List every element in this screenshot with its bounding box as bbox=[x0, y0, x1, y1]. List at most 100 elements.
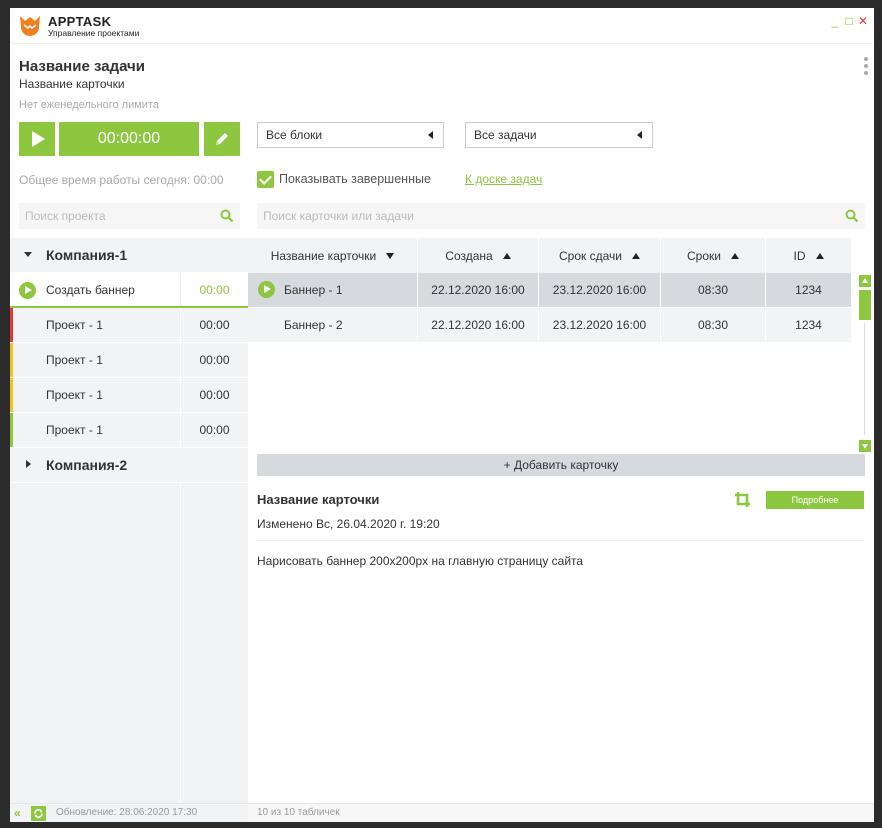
cell-due: 23.12.2020 16:00 bbox=[539, 308, 661, 342]
close-button[interactable]: ✕ bbox=[858, 14, 868, 28]
cell-created: 22.12.2020 16:00 bbox=[418, 308, 539, 342]
sort-down-icon bbox=[386, 252, 395, 259]
cards-table: Название карточки Создана Срок сдачи Сро… bbox=[248, 238, 852, 343]
kebab-icon[interactable] bbox=[864, 57, 868, 78]
show-completed-checkbox[interactable] bbox=[257, 171, 274, 188]
priority-stripe-yellow bbox=[10, 378, 13, 412]
tasks-select-value: Все задачи bbox=[474, 128, 537, 142]
project-tree: Компания-1 Создать баннер 00:00 Проект -… bbox=[10, 238, 248, 483]
today-total-time: Общее время работы сегодня: 00:00 bbox=[19, 173, 224, 187]
project-time: 00:00 bbox=[180, 343, 248, 377]
cell-due: 23.12.2020 16:00 bbox=[539, 273, 661, 307]
weekly-limit: Нет еженедельного лимита bbox=[19, 99, 159, 111]
refresh-icon[interactable] bbox=[31, 806, 46, 821]
cell-term: 08:30 bbox=[661, 273, 766, 307]
col-header-created[interactable]: Создана bbox=[418, 238, 539, 273]
cell-created: 22.12.2020 16:00 bbox=[418, 273, 539, 307]
sort-up-icon bbox=[631, 252, 640, 259]
cell-name: Баннер - 1 bbox=[248, 273, 418, 307]
card-search-input[interactable] bbox=[257, 203, 827, 229]
project-name: Проект - 1 bbox=[46, 388, 103, 402]
caret-left-icon bbox=[428, 131, 433, 139]
sort-up-icon bbox=[815, 252, 824, 259]
detail-modified: Изменено Вс, 26.04.2020 г. 19:20 bbox=[257, 517, 440, 531]
status-bar-left: « Обновление: 28:06:2020 17:30 bbox=[10, 803, 248, 822]
task-board-link[interactable]: К доске задач bbox=[465, 172, 542, 186]
project-time: 00:00 bbox=[180, 308, 248, 342]
project-name: Проект - 1 bbox=[46, 353, 103, 367]
table-scrollbar[interactable] bbox=[858, 275, 872, 452]
play-button[interactable] bbox=[19, 122, 55, 156]
right-panel: Все блоки Все задачи Показывать завершен… bbox=[248, 45, 874, 822]
priority-stripe-green bbox=[10, 413, 13, 447]
more-button[interactable]: Подробнее bbox=[766, 491, 864, 509]
col-header-label: Название карточки bbox=[270, 248, 377, 263]
project-row[interactable]: Проект - 1 00:00 bbox=[10, 413, 248, 448]
play-icon[interactable] bbox=[19, 282, 36, 299]
pencil-icon bbox=[216, 133, 228, 145]
cell-id: 1234 bbox=[766, 308, 852, 342]
project-row[interactable]: Проект - 1 00:00 bbox=[10, 378, 248, 413]
col-header-label: ID bbox=[793, 248, 806, 263]
col-header-label: Срок сдачи bbox=[559, 248, 622, 263]
company-1-group[interactable]: Компания-1 bbox=[10, 238, 248, 273]
chevron-right-icon bbox=[26, 460, 31, 468]
detail-description: Нарисовать баннер 200x200px на главную с… bbox=[257, 554, 584, 568]
scroll-thumb[interactable] bbox=[859, 290, 871, 320]
window-controls: _ □ ✕ bbox=[830, 14, 868, 28]
divider bbox=[257, 540, 865, 541]
blocks-select[interactable]: Все блоки bbox=[257, 122, 444, 148]
app-name: APPTASK bbox=[48, 14, 112, 29]
caret-left-icon bbox=[637, 131, 642, 139]
sort-up-icon bbox=[502, 252, 511, 259]
project-search-input[interactable] bbox=[19, 203, 209, 229]
col-header-id[interactable]: ID bbox=[766, 238, 852, 273]
project-row[interactable]: Проект - 1 00:00 bbox=[10, 308, 248, 343]
blocks-select-value: Все блоки bbox=[266, 128, 323, 142]
company-1-label: Компания-1 bbox=[46, 247, 128, 263]
double-chevron-left-icon[interactable]: « bbox=[14, 807, 27, 820]
detail-card-title: Название карточки bbox=[257, 492, 380, 507]
project-row[interactable]: Проект - 1 00:00 bbox=[10, 343, 248, 378]
project-time: 00:00 bbox=[180, 413, 248, 447]
tasks-select[interactable]: Все задачи bbox=[465, 122, 653, 148]
maximize-button[interactable]: □ bbox=[844, 14, 854, 28]
priority-stripe-yellow bbox=[10, 343, 13, 377]
minimize-button[interactable]: _ bbox=[830, 14, 840, 28]
edit-button[interactable] bbox=[204, 122, 240, 156]
cell-term: 08:30 bbox=[661, 308, 766, 342]
left-panel: Название задачи Название карточки Нет еж… bbox=[10, 45, 248, 822]
card-search bbox=[257, 203, 865, 229]
crop-icon[interactable] bbox=[734, 491, 752, 509]
col-header-term[interactable]: Сроки bbox=[661, 238, 766, 273]
search-icon[interactable] bbox=[220, 209, 234, 223]
project-name: Проект - 1 bbox=[46, 423, 103, 437]
sort-up-icon bbox=[730, 252, 739, 259]
show-completed-label: Показывать завершенные bbox=[279, 172, 431, 186]
scroll-up-button[interactable] bbox=[859, 275, 871, 287]
project-name: Проект - 1 bbox=[46, 318, 103, 332]
project-time: 00:00 bbox=[180, 378, 248, 412]
timer-display: 00:00:00 bbox=[59, 122, 199, 156]
app-subtitle: Управление проектами bbox=[48, 28, 140, 38]
col-header-due[interactable]: Срок сдачи bbox=[539, 238, 661, 273]
cell-id: 1234 bbox=[766, 273, 852, 307]
scroll-track[interactable] bbox=[864, 323, 865, 435]
table-row[interactable]: Баннер - 1 22.12.2020 16:00 23.12.2020 1… bbox=[248, 273, 852, 308]
scroll-down-button[interactable] bbox=[859, 440, 871, 452]
col-header-label: Создана bbox=[445, 248, 493, 263]
logo-icon bbox=[20, 16, 40, 36]
project-row-active[interactable]: Создать баннер 00:00 bbox=[10, 273, 248, 308]
col-header-name[interactable]: Название карточки bbox=[248, 238, 418, 273]
project-time: 00:00 bbox=[180, 273, 248, 306]
table-row[interactable]: Баннер - 2 22.12.2020 16:00 23.12.2020 1… bbox=[248, 308, 852, 343]
table-header: Название карточки Создана Срок сдачи Сро… bbox=[248, 238, 852, 273]
cell-name: Баннер - 2 bbox=[248, 308, 418, 342]
task-title: Название задачи bbox=[19, 58, 145, 75]
search-icon[interactable] bbox=[845, 209, 859, 223]
tree-empty-area bbox=[10, 483, 248, 803]
company-2-label: Компания-2 bbox=[46, 457, 128, 473]
play-icon[interactable] bbox=[258, 281, 275, 298]
company-2-group[interactable]: Компания-2 bbox=[10, 448, 248, 483]
add-card-button[interactable]: + Добавить карточку bbox=[257, 454, 865, 476]
